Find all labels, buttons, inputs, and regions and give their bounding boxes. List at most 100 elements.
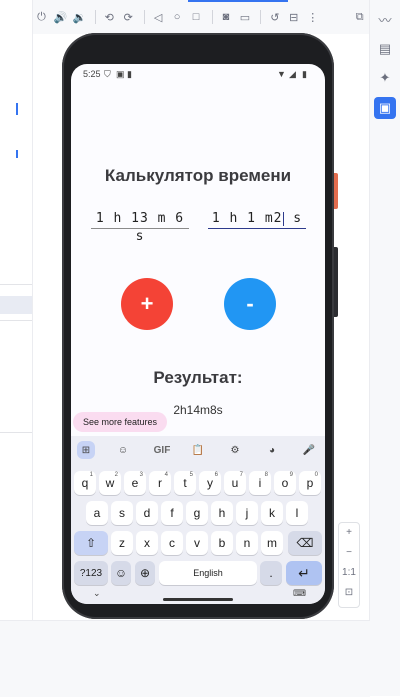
key-label: i bbox=[258, 476, 262, 490]
selected-row[interactable] bbox=[0, 296, 32, 314]
key-a[interactable]: a bbox=[86, 501, 108, 525]
divider bbox=[0, 320, 32, 321]
key-hint: 8 bbox=[264, 472, 268, 478]
running-devices-icon[interactable]: ▣ bbox=[374, 97, 396, 119]
power-icon[interactable]: ⏻ bbox=[33, 9, 50, 26]
key-l[interactable]: l bbox=[286, 501, 308, 525]
hide-keyboard-icon[interactable]: ⌄ bbox=[93, 588, 101, 599]
key-hint: 4 bbox=[164, 472, 168, 478]
globe-key[interactable]: ⊕ bbox=[135, 561, 155, 585]
grid-icon[interactable]: ⊞ bbox=[77, 441, 95, 459]
key-y[interactable]: y6 bbox=[199, 471, 221, 495]
screen-record-icon[interactable]: ▭ bbox=[236, 9, 253, 26]
selection-marker bbox=[16, 103, 18, 115]
more-icon[interactable]: ⋮ bbox=[304, 9, 321, 26]
key-j[interactable]: j bbox=[236, 501, 258, 525]
volume-side-button[interactable] bbox=[334, 247, 338, 317]
enter-key[interactable]: ↵ bbox=[286, 561, 322, 585]
result-label: Результат: bbox=[153, 368, 243, 387]
snapshot-icon[interactable]: ⧉ bbox=[351, 9, 368, 26]
back-icon[interactable]: ◁ bbox=[150, 9, 167, 26]
sticker-icon[interactable]: ☺ bbox=[114, 441, 132, 459]
minus-button[interactable]: - bbox=[224, 278, 276, 330]
key-r[interactable]: r4 bbox=[149, 471, 171, 495]
device-screen[interactable]: 5:25 ⛉ ▣ ▮ ▼ ◢ ▮ Калькулятор времени 1 h… bbox=[71, 64, 325, 604]
key-p[interactable]: p0 bbox=[299, 471, 321, 495]
time-input-2-text: 1 h 1 m2 bbox=[211, 211, 283, 226]
status-time: 5:25 bbox=[83, 69, 101, 79]
key-o[interactable]: o9 bbox=[274, 471, 296, 495]
key-label: e bbox=[131, 476, 139, 490]
backspace-icon: ⌫ bbox=[296, 536, 314, 550]
mic-icon[interactable]: 🎤 bbox=[300, 441, 318, 459]
backspace-key[interactable]: ⌫ bbox=[288, 531, 322, 555]
key-label: r bbox=[158, 476, 162, 490]
ui-dump-icon[interactable]: ⊟ bbox=[285, 9, 302, 26]
key-f[interactable]: f bbox=[161, 501, 183, 525]
key-label: p bbox=[306, 476, 314, 490]
zoom-fit-button[interactable]: ⊡ bbox=[339, 583, 359, 603]
key-z[interactable]: z bbox=[111, 531, 133, 555]
key-w[interactable]: w2 bbox=[99, 471, 121, 495]
wifi-icon: ▼ bbox=[277, 69, 286, 79]
key-d[interactable]: d bbox=[136, 501, 158, 525]
key-k[interactable]: k bbox=[261, 501, 283, 525]
device-frame: 5:25 ⛉ ▣ ▮ ▼ ◢ ▮ Калькулятор времени 1 h… bbox=[62, 33, 338, 619]
key-c[interactable]: c bbox=[161, 531, 183, 555]
key-h[interactable]: h bbox=[211, 501, 233, 525]
palette-icon[interactable]: ◕ bbox=[263, 441, 281, 459]
time-input-2[interactable]: 1 h 1 m2 s bbox=[208, 210, 306, 229]
key-q[interactable]: q1 bbox=[74, 471, 96, 495]
plus-button[interactable]: + bbox=[121, 278, 173, 330]
screenshot-icon[interactable]: ◙ bbox=[218, 9, 235, 26]
zoom-out-button[interactable]: − bbox=[339, 543, 359, 563]
undo-icon[interactable]: ↺ bbox=[266, 9, 283, 26]
soft-keyboard: ⊞ ☺ GIF 📋 ⚙ ◕ 🎤 q1w2e3r4t5y6u7i8o9p0 asd… bbox=[71, 436, 325, 604]
clipboard-icon[interactable]: 📋 bbox=[189, 441, 207, 459]
see-more-features-chip[interactable]: See more features bbox=[73, 412, 168, 432]
gif-button[interactable]: GIF bbox=[151, 441, 173, 459]
gemini-icon[interactable]: ✦ bbox=[374, 67, 396, 89]
key-e[interactable]: e3 bbox=[124, 471, 146, 495]
key-n[interactable]: n bbox=[236, 531, 258, 555]
zoom-in-button[interactable]: + bbox=[339, 523, 359, 543]
emoji-key[interactable]: ☺ bbox=[111, 561, 131, 585]
key-s[interactable]: s bbox=[111, 501, 133, 525]
volume-up-icon[interactable]: 🔊 bbox=[52, 9, 69, 26]
zoom-actual-button[interactable]: 1:1 bbox=[339, 563, 359, 583]
space-key[interactable]: English bbox=[159, 561, 257, 585]
key-m[interactable]: m bbox=[261, 531, 283, 555]
key-t[interactable]: t5 bbox=[174, 471, 196, 495]
key-u[interactable]: u7 bbox=[224, 471, 246, 495]
key-hint: 6 bbox=[214, 472, 218, 478]
key-b[interactable]: b bbox=[211, 531, 233, 555]
app-title: Калькулятор времени bbox=[104, 166, 292, 185]
key-label: w bbox=[105, 476, 115, 490]
key-i[interactable]: i8 bbox=[249, 471, 271, 495]
settings-icon[interactable]: ⚙ bbox=[226, 441, 244, 459]
power-side-button[interactable] bbox=[334, 173, 338, 209]
shield-icon: ⛉ bbox=[104, 69, 111, 79]
time-input-1[interactable]: 1 h 13 m 6 s bbox=[91, 210, 189, 244]
shift-key[interactable]: ⇧ bbox=[74, 531, 108, 555]
keyboard-switch-icon[interactable]: ⌨ bbox=[293, 588, 306, 599]
rotate-right-icon[interactable]: ⟳ bbox=[120, 9, 137, 26]
home-icon[interactable]: ○ bbox=[169, 9, 186, 26]
emulator-toolbar: ⏻ 🔊 🔉 ⟲ ⟳ ◁ ○ □ ◙ ▭ ↺ ⊟ ⋮ ⧉ bbox=[33, 0, 370, 34]
rotate-left-icon[interactable]: ⟲ bbox=[101, 9, 118, 26]
status-bar: 5:25 ⛉ ▣ ▮ ▼ ◢ ▮ bbox=[71, 64, 325, 86]
period-key[interactable]: . bbox=[260, 561, 282, 585]
overview-icon[interactable]: □ bbox=[188, 9, 205, 26]
device-explorer-icon[interactable]: 〰 bbox=[374, 8, 396, 30]
project-panel bbox=[0, 0, 33, 620]
key-v[interactable]: v bbox=[186, 531, 208, 555]
device-manager-icon[interactable]: ▤ bbox=[374, 38, 396, 60]
key-label: y bbox=[207, 476, 213, 490]
volume-down-icon[interactable]: 🔉 bbox=[71, 9, 88, 26]
key-label: t bbox=[183, 476, 187, 490]
symbols-key[interactable]: ?123 bbox=[74, 561, 108, 585]
key-g[interactable]: g bbox=[186, 501, 208, 525]
divider bbox=[0, 432, 32, 433]
key-x[interactable]: x bbox=[136, 531, 158, 555]
key-hint: 0 bbox=[314, 472, 318, 478]
